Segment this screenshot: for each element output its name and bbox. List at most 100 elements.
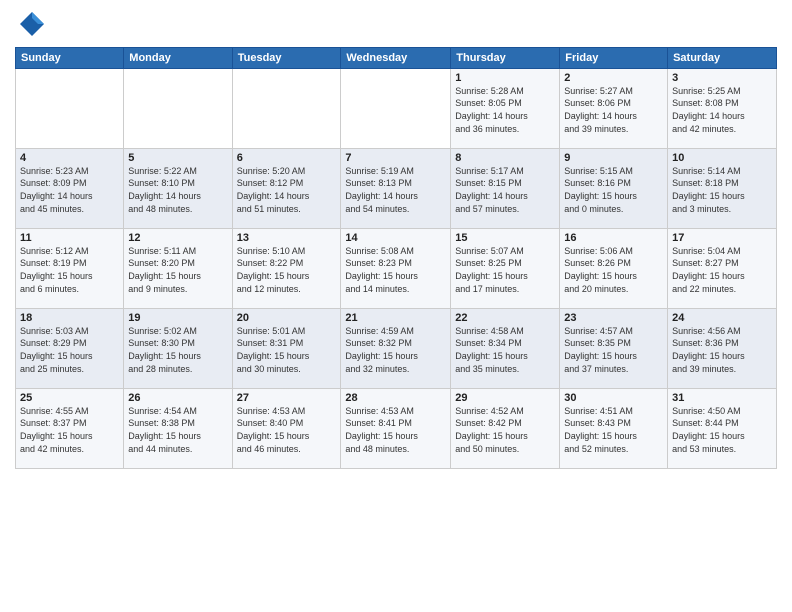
day-of-week-header: Wednesday xyxy=(341,47,451,68)
day-number: 23 xyxy=(564,312,663,324)
day-info: Sunrise: 4:56 AM Sunset: 8:36 PM Dayligh… xyxy=(672,325,772,375)
day-info: Sunrise: 5:14 AM Sunset: 8:18 PM Dayligh… xyxy=(672,165,772,215)
day-info: Sunrise: 5:28 AM Sunset: 8:05 PM Dayligh… xyxy=(455,85,555,135)
calendar-week-row: 25Sunrise: 4:55 AM Sunset: 8:37 PM Dayli… xyxy=(16,388,777,468)
calendar-cell: 15Sunrise: 5:07 AM Sunset: 8:25 PM Dayli… xyxy=(451,228,560,308)
calendar-header-row: SundayMondayTuesdayWednesdayThursdayFrid… xyxy=(16,47,777,68)
calendar-cell: 28Sunrise: 4:53 AM Sunset: 8:41 PM Dayli… xyxy=(341,388,451,468)
day-info: Sunrise: 5:03 AM Sunset: 8:29 PM Dayligh… xyxy=(20,325,119,375)
day-info: Sunrise: 5:04 AM Sunset: 8:27 PM Dayligh… xyxy=(672,245,772,295)
day-number: 21 xyxy=(345,312,446,324)
calendar-cell: 1Sunrise: 5:28 AM Sunset: 8:05 PM Daylig… xyxy=(451,68,560,148)
calendar-cell: 27Sunrise: 4:53 AM Sunset: 8:40 PM Dayli… xyxy=(232,388,341,468)
day-number: 13 xyxy=(237,232,337,244)
day-of-week-header: Thursday xyxy=(451,47,560,68)
calendar-cell: 16Sunrise: 5:06 AM Sunset: 8:26 PM Dayli… xyxy=(560,228,668,308)
day-number: 7 xyxy=(345,152,446,164)
calendar: SundayMondayTuesdayWednesdayThursdayFrid… xyxy=(15,47,777,469)
day-number: 18 xyxy=(20,312,119,324)
day-info: Sunrise: 4:58 AM Sunset: 8:34 PM Dayligh… xyxy=(455,325,555,375)
calendar-cell: 19Sunrise: 5:02 AM Sunset: 8:30 PM Dayli… xyxy=(124,308,232,388)
day-info: Sunrise: 4:53 AM Sunset: 8:40 PM Dayligh… xyxy=(237,405,337,455)
day-of-week-header: Tuesday xyxy=(232,47,341,68)
calendar-cell: 30Sunrise: 4:51 AM Sunset: 8:43 PM Dayli… xyxy=(560,388,668,468)
calendar-cell: 20Sunrise: 5:01 AM Sunset: 8:31 PM Dayli… xyxy=(232,308,341,388)
day-number: 15 xyxy=(455,232,555,244)
day-number: 16 xyxy=(564,232,663,244)
calendar-cell: 7Sunrise: 5:19 AM Sunset: 8:13 PM Daylig… xyxy=(341,148,451,228)
calendar-cell: 26Sunrise: 4:54 AM Sunset: 8:38 PM Dayli… xyxy=(124,388,232,468)
day-number: 28 xyxy=(345,392,446,404)
logo xyxy=(15,10,46,39)
day-number: 14 xyxy=(345,232,446,244)
day-info: Sunrise: 4:57 AM Sunset: 8:35 PM Dayligh… xyxy=(564,325,663,375)
day-number: 27 xyxy=(237,392,337,404)
calendar-cell: 18Sunrise: 5:03 AM Sunset: 8:29 PM Dayli… xyxy=(16,308,124,388)
day-info: Sunrise: 5:11 AM Sunset: 8:20 PM Dayligh… xyxy=(128,245,227,295)
calendar-week-row: 18Sunrise: 5:03 AM Sunset: 8:29 PM Dayli… xyxy=(16,308,777,388)
calendar-week-row: 11Sunrise: 5:12 AM Sunset: 8:19 PM Dayli… xyxy=(16,228,777,308)
day-number: 24 xyxy=(672,312,772,324)
calendar-cell xyxy=(16,68,124,148)
day-info: Sunrise: 5:23 AM Sunset: 8:09 PM Dayligh… xyxy=(20,165,119,215)
calendar-cell: 11Sunrise: 5:12 AM Sunset: 8:19 PM Dayli… xyxy=(16,228,124,308)
day-info: Sunrise: 4:54 AM Sunset: 8:38 PM Dayligh… xyxy=(128,405,227,455)
day-number: 17 xyxy=(672,232,772,244)
day-info: Sunrise: 5:19 AM Sunset: 8:13 PM Dayligh… xyxy=(345,165,446,215)
day-number: 8 xyxy=(455,152,555,164)
calendar-cell: 21Sunrise: 4:59 AM Sunset: 8:32 PM Dayli… xyxy=(341,308,451,388)
day-info: Sunrise: 5:07 AM Sunset: 8:25 PM Dayligh… xyxy=(455,245,555,295)
day-number: 31 xyxy=(672,392,772,404)
logo-icon xyxy=(18,10,46,38)
day-number: 1 xyxy=(455,72,555,84)
day-number: 9 xyxy=(564,152,663,164)
day-info: Sunrise: 5:22 AM Sunset: 8:10 PM Dayligh… xyxy=(128,165,227,215)
day-info: Sunrise: 4:55 AM Sunset: 8:37 PM Dayligh… xyxy=(20,405,119,455)
calendar-week-row: 1Sunrise: 5:28 AM Sunset: 8:05 PM Daylig… xyxy=(16,68,777,148)
day-number: 20 xyxy=(237,312,337,324)
day-info: Sunrise: 5:25 AM Sunset: 8:08 PM Dayligh… xyxy=(672,85,772,135)
day-info: Sunrise: 5:02 AM Sunset: 8:30 PM Dayligh… xyxy=(128,325,227,375)
calendar-cell: 13Sunrise: 5:10 AM Sunset: 8:22 PM Dayli… xyxy=(232,228,341,308)
day-info: Sunrise: 4:59 AM Sunset: 8:32 PM Dayligh… xyxy=(345,325,446,375)
calendar-cell: 22Sunrise: 4:58 AM Sunset: 8:34 PM Dayli… xyxy=(451,308,560,388)
calendar-cell: 31Sunrise: 4:50 AM Sunset: 8:44 PM Dayli… xyxy=(668,388,777,468)
calendar-cell: 25Sunrise: 4:55 AM Sunset: 8:37 PM Dayli… xyxy=(16,388,124,468)
calendar-cell: 29Sunrise: 4:52 AM Sunset: 8:42 PM Dayli… xyxy=(451,388,560,468)
calendar-cell: 6Sunrise: 5:20 AM Sunset: 8:12 PM Daylig… xyxy=(232,148,341,228)
calendar-cell: 8Sunrise: 5:17 AM Sunset: 8:15 PM Daylig… xyxy=(451,148,560,228)
header xyxy=(15,10,777,39)
calendar-cell: 12Sunrise: 5:11 AM Sunset: 8:20 PM Dayli… xyxy=(124,228,232,308)
calendar-cell: 10Sunrise: 5:14 AM Sunset: 8:18 PM Dayli… xyxy=(668,148,777,228)
calendar-cell: 14Sunrise: 5:08 AM Sunset: 8:23 PM Dayli… xyxy=(341,228,451,308)
day-number: 29 xyxy=(455,392,555,404)
day-info: Sunrise: 5:10 AM Sunset: 8:22 PM Dayligh… xyxy=(237,245,337,295)
day-of-week-header: Monday xyxy=(124,47,232,68)
day-number: 4 xyxy=(20,152,119,164)
day-info: Sunrise: 5:15 AM Sunset: 8:16 PM Dayligh… xyxy=(564,165,663,215)
calendar-cell xyxy=(124,68,232,148)
day-number: 30 xyxy=(564,392,663,404)
day-of-week-header: Sunday xyxy=(16,47,124,68)
calendar-cell: 3Sunrise: 5:25 AM Sunset: 8:08 PM Daylig… xyxy=(668,68,777,148)
day-number: 2 xyxy=(564,72,663,84)
day-info: Sunrise: 5:17 AM Sunset: 8:15 PM Dayligh… xyxy=(455,165,555,215)
calendar-cell: 4Sunrise: 5:23 AM Sunset: 8:09 PM Daylig… xyxy=(16,148,124,228)
calendar-week-row: 4Sunrise: 5:23 AM Sunset: 8:09 PM Daylig… xyxy=(16,148,777,228)
day-number: 19 xyxy=(128,312,227,324)
day-number: 3 xyxy=(672,72,772,84)
day-number: 12 xyxy=(128,232,227,244)
day-number: 11 xyxy=(20,232,119,244)
day-number: 5 xyxy=(128,152,227,164)
calendar-cell: 17Sunrise: 5:04 AM Sunset: 8:27 PM Dayli… xyxy=(668,228,777,308)
day-of-week-header: Friday xyxy=(560,47,668,68)
calendar-cell xyxy=(341,68,451,148)
calendar-cell: 5Sunrise: 5:22 AM Sunset: 8:10 PM Daylig… xyxy=(124,148,232,228)
calendar-cell: 24Sunrise: 4:56 AM Sunset: 8:36 PM Dayli… xyxy=(668,308,777,388)
calendar-cell: 9Sunrise: 5:15 AM Sunset: 8:16 PM Daylig… xyxy=(560,148,668,228)
day-number: 25 xyxy=(20,392,119,404)
day-info: Sunrise: 4:53 AM Sunset: 8:41 PM Dayligh… xyxy=(345,405,446,455)
calendar-cell: 2Sunrise: 5:27 AM Sunset: 8:06 PM Daylig… xyxy=(560,68,668,148)
day-info: Sunrise: 5:12 AM Sunset: 8:19 PM Dayligh… xyxy=(20,245,119,295)
day-number: 22 xyxy=(455,312,555,324)
